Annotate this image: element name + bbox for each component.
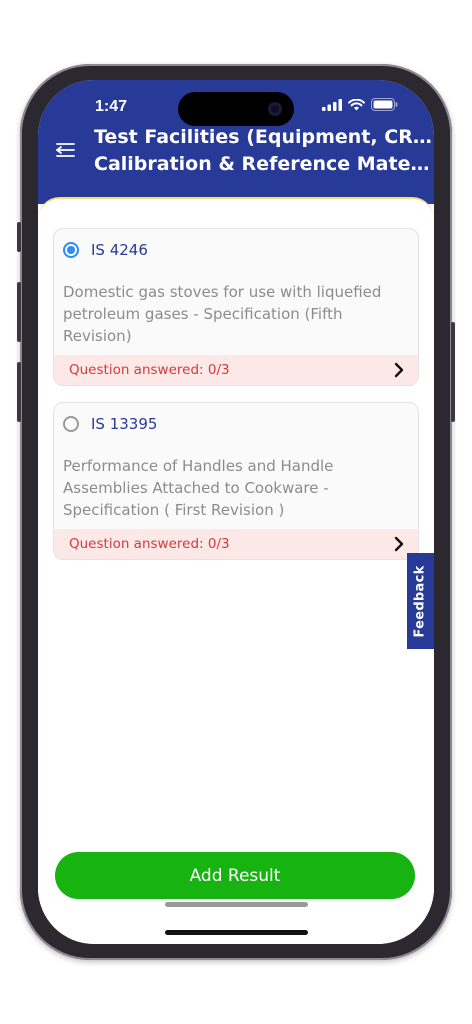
- chevron-right-icon[interactable]: [394, 536, 404, 552]
- questions-answered-text: Question answered: 0/3: [69, 362, 230, 378]
- questions-answered-row[interactable]: Question answered: 0/3: [54, 355, 418, 385]
- menu-back-icon[interactable]: [54, 140, 76, 160]
- page-title-line-2: Calibration & Reference Materia...: [94, 153, 434, 175]
- volume-up-button: [17, 282, 21, 342]
- app-screen: 1:47 Test Facilities (Equipment, CRM, Ca…: [38, 80, 434, 944]
- add-result-button[interactable]: Add Result: [55, 852, 415, 899]
- battery-icon: [371, 98, 398, 111]
- scroll-indicator: [165, 902, 308, 907]
- dynamic-island: [178, 92, 294, 126]
- volume-down-button: [17, 362, 21, 422]
- home-indicator: [165, 930, 308, 935]
- standard-code: IS 4246: [91, 241, 148, 259]
- status-time: 1:47: [95, 98, 128, 115]
- radio-unselected[interactable]: [63, 416, 79, 432]
- camera-icon: [268, 102, 282, 116]
- questions-answered-row[interactable]: Question answered: 0/3: [54, 529, 418, 559]
- wifi-icon: [348, 98, 365, 110]
- standard-description: Performance of Handles and Handle Assemb…: [63, 457, 334, 519]
- standard-card[interactable]: IS 13395 Performance of Handles and Hand…: [53, 402, 419, 560]
- card-header: IS 4246: [54, 229, 418, 271]
- card-header: IS 13395: [54, 403, 418, 445]
- standard-description: Domestic gas stoves for use with liquefi…: [63, 283, 382, 345]
- content-panel: IS 4246 Domestic gas stoves for use with…: [38, 197, 434, 944]
- signal-icon: [322, 98, 342, 111]
- page-title-line-1: Test Facilities (Equipment, CRM,: [94, 126, 434, 148]
- feedback-label: Feedback: [413, 564, 428, 638]
- feedback-tab[interactable]: Feedback: [407, 553, 434, 649]
- app-header: 1:47 Test Facilities (Equipment, CRM, Ca…: [38, 80, 434, 204]
- power-button: [451, 322, 455, 422]
- status-icons: [322, 98, 398, 111]
- chevron-right-icon[interactable]: [394, 362, 404, 378]
- mute-switch: [17, 222, 21, 252]
- questions-answered-text: Question answered: 0/3: [69, 536, 230, 552]
- standard-code: IS 13395: [91, 415, 158, 433]
- radio-selected[interactable]: [63, 242, 79, 258]
- page-title: Test Facilities (Equipment, CRM, Calibra…: [94, 124, 434, 178]
- standard-card[interactable]: IS 4246 Domestic gas stoves for use with…: [53, 228, 419, 386]
